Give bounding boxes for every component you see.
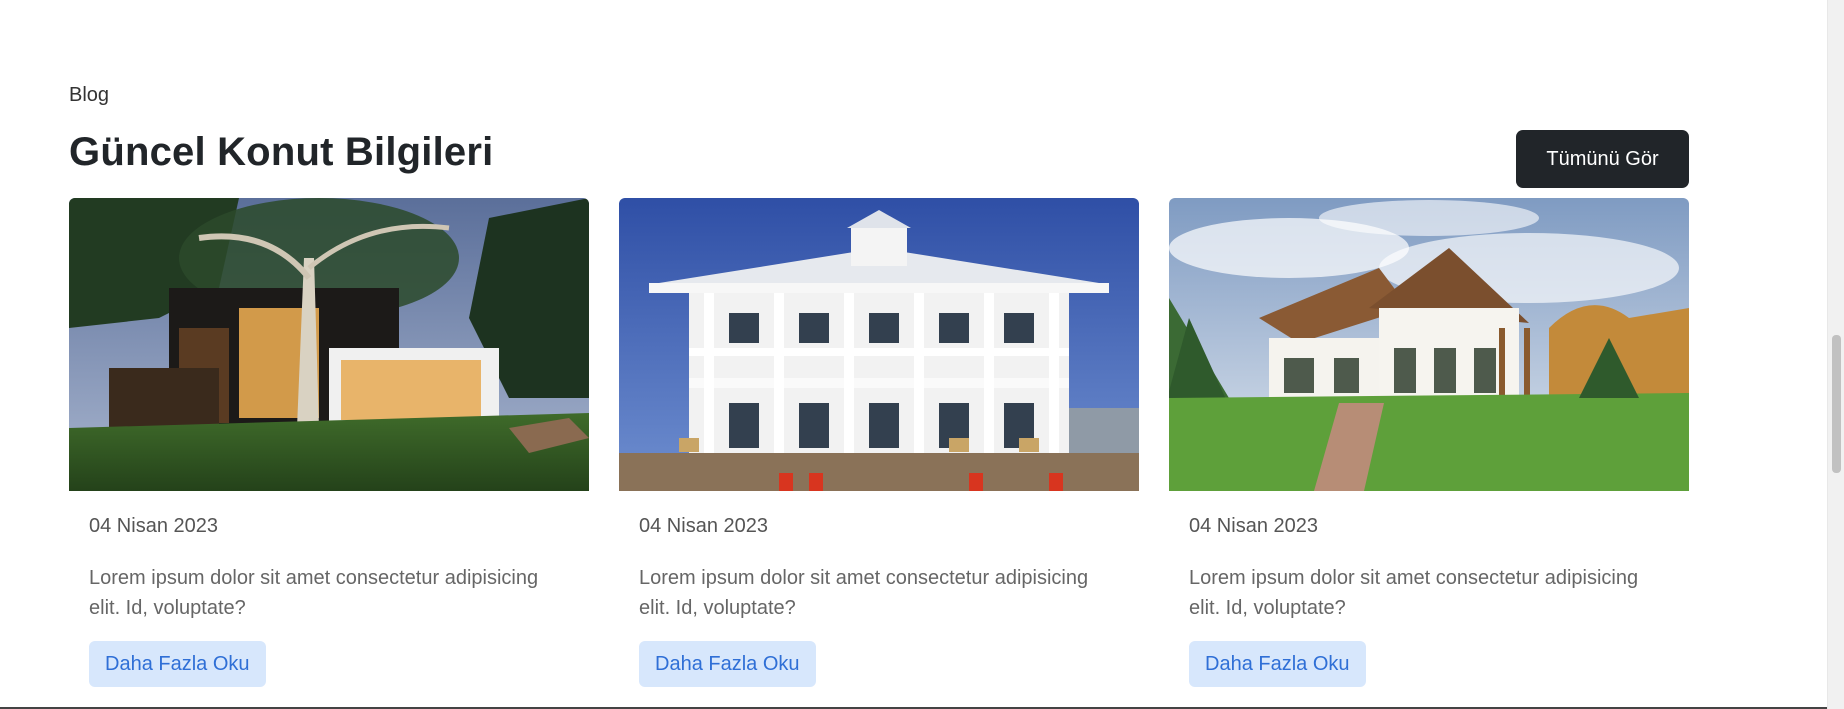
read-more-button[interactable]: Daha Fazla Oku — [1189, 641, 1366, 687]
blog-card: 04 Nisan 2023 Lorem ipsum dolor sit amet… — [69, 198, 589, 687]
blog-card: 04 Nisan 2023 Lorem ipsum dolor sit amet… — [1169, 198, 1689, 687]
card-excerpt: Lorem ipsum dolor sit amet consectetur a… — [89, 567, 539, 619]
vertical-scrollbar[interactable] — [1827, 0, 1844, 709]
section-title: Güncel Konut Bilgileri — [69, 130, 494, 174]
card-date: 04 Nisan 2023 — [639, 515, 768, 537]
card-excerpt: Lorem ipsum dolor sit amet consectetur a… — [639, 567, 1089, 619]
modern-house-image — [69, 198, 589, 491]
country-house-image — [1169, 198, 1689, 491]
colonial-house-image — [619, 198, 1139, 491]
blog-section: Blog Güncel Konut Bilgileri Tümünü Gör 0… — [0, 0, 1827, 709]
card-image[interactable] — [1169, 198, 1689, 491]
card-image[interactable] — [619, 198, 1139, 491]
card-excerpt: Lorem ipsum dolor sit amet consectetur a… — [1189, 567, 1639, 619]
read-more-button[interactable]: Daha Fazla Oku — [639, 641, 816, 687]
read-more-button[interactable]: Daha Fazla Oku — [89, 641, 266, 687]
see-all-button[interactable]: Tümünü Gör — [1516, 130, 1689, 188]
card-date: 04 Nisan 2023 — [89, 515, 218, 537]
scrollbar-thumb[interactable] — [1832, 335, 1841, 473]
section-eyebrow: Blog — [69, 84, 110, 106]
card-date: 04 Nisan 2023 — [1189, 515, 1318, 537]
blog-card: 04 Nisan 2023 Lorem ipsum dolor sit amet… — [619, 198, 1139, 687]
card-image[interactable] — [69, 198, 589, 491]
